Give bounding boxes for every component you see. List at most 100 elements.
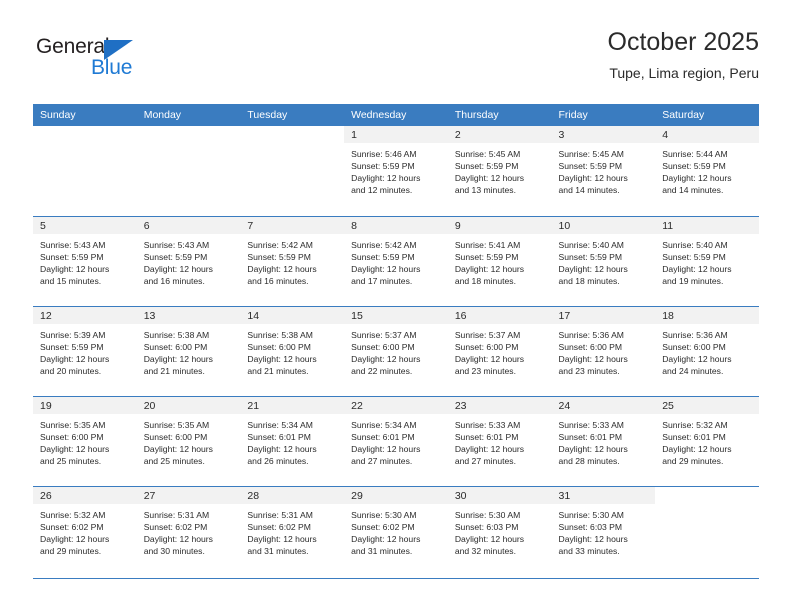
day-details: Sunrise: 5:34 AM Sunset: 6:01 PM Daylight:… [344,414,448,467]
sunrise-time: Sunrise: 5:31 AM [247,509,313,520]
calendar-day-cell[interactable]: 4 Sunrise: 5:44 AM Sunset: 5:59 PM Daylight… [655,126,759,216]
calendar-day-cell[interactable]: 27 Sunrise: 5:31 AM Sunset: 6:02 PM Dayligh… [136,485,241,576]
sunset-time: Sunset: 6:03 PM [558,521,623,532]
day-details: Sunrise: 5:35 AM Sunset: 6:00 PM Daylight:… [137,414,241,467]
day-number: 29 [344,486,448,504]
daylight-duration-line1: Daylight: 12 hours [40,263,110,274]
calendar-day-cell[interactable]: 21 Sunrise: 5:34 AM Sunset: 6:01 PM Dayligh… [240,395,345,486]
sunset-time: Sunset: 5:59 PM [454,251,519,262]
daylight-duration-line2: and 31 minutes. [351,545,413,556]
calendar-day-cell[interactable]: 2 Sunrise: 5:45 AM Sunset: 5:59 PM Daylight… [447,126,552,216]
calendar-day-cell[interactable]: 30 Sunrise: 5:30 AM Sunset: 6:03 PM Dayligh… [447,485,552,576]
daylight-duration-line2: and 30 minutes. [143,545,205,556]
daylight-duration-line1: Daylight: 12 hours [143,353,213,364]
calendar-day-cell[interactable]: 5 Sunrise: 5:43 AM Sunset: 5:59 PM Daylight… [33,215,137,306]
sunrise-time: Sunrise: 5:35 AM [40,419,106,430]
day-number: 9 [447,216,552,234]
daylight-duration-line2: and 33 minutes. [558,545,620,556]
day-number: 27 [136,486,241,504]
calendar-day-cell[interactable]: 26 Sunrise: 5:32 AM Sunset: 6:02 PM Dayligh… [33,485,137,576]
day-number [33,126,137,143]
day-details: Sunrise: 5:43 AM Sunset: 5:59 PM Daylight:… [33,234,137,287]
sunrise-time: Sunrise: 5:36 AM [558,329,624,340]
daylight-duration-line1: Daylight: 12 hours [40,533,110,544]
calendar-day-cell[interactable]: 17 Sunrise: 5:36 AM Sunset: 6:00 PM Dayligh… [551,305,656,396]
sunrise-time: Sunrise: 5:32 AM [662,419,728,430]
day-number: 4 [655,126,759,143]
calendar-day-cell[interactable]: 7 Sunrise: 5:42 AM Sunset: 5:59 PM Daylight… [240,215,345,306]
daylight-duration-line1: Daylight: 12 hours [558,533,628,544]
day-details: Sunrise: 5:38 AM Sunset: 6:00 PM Daylight:… [137,324,241,377]
sunset-time: Sunset: 6:00 PM [662,341,726,352]
calendar-day-cell[interactable]: 23 Sunrise: 5:33 AM Sunset: 6:01 PM Dayligh… [447,395,552,486]
sunset-time: Sunset: 6:02 PM [351,521,415,532]
sunset-time: Sunset: 6:02 PM [40,521,104,532]
sunrise-time: Sunrise: 5:40 AM [662,239,728,250]
sunset-time: Sunset: 5:59 PM [351,251,415,262]
sunset-time: Sunset: 6:02 PM [247,521,311,532]
calendar-day-cell[interactable]: 10 Sunrise: 5:40 AM Sunset: 5:59 PM Dayligh… [551,215,656,306]
calendar-day-cell[interactable]: 9 Sunrise: 5:41 AM Sunset: 5:59 PM Daylight… [447,215,552,306]
calendar-day-cell[interactable]: 1 Sunrise: 5:46 AM Sunset: 5:59 PM Daylight… [344,126,448,216]
sunset-time: Sunset: 6:00 PM [247,341,311,352]
weekday-header-thursday: Thursday [447,104,552,126]
day-details: Sunrise: 5:30 AM Sunset: 6:03 PM Daylight:… [448,504,552,557]
calendar-day-cell[interactable]: 19 Sunrise: 5:35 AM Sunset: 6:00 PM Dayligh… [33,395,137,486]
calendar-day-cell[interactable]: 3 Sunrise: 5:45 AM Sunset: 5:59 PM Daylight… [551,126,656,216]
daylight-duration-line2: and 13 minutes. [454,185,516,196]
calendar-day-cell[interactable]: 24 Sunrise: 5:33 AM Sunset: 6:01 PM Dayligh… [551,395,656,486]
sunrise-time: Sunrise: 5:36 AM [662,329,728,340]
calendar-day-cell[interactable]: 8 Sunrise: 5:42 AM Sunset: 5:59 PM Daylight… [344,215,448,306]
daylight-duration-line2: and 14 minutes. [558,185,620,196]
day-number: 3 [551,126,656,143]
day-details: Sunrise: 5:33 AM Sunset: 6:01 PM Daylight:… [552,414,656,467]
sunset-time: Sunset: 6:01 PM [662,431,726,442]
day-details: Sunrise: 5:32 AM Sunset: 6:01 PM Daylight:… [655,414,759,467]
daylight-duration-line2: and 22 minutes. [351,365,413,376]
day-number: 19 [33,396,137,414]
day-number: 21 [240,396,345,414]
calendar-day-cell[interactable]: 22 Sunrise: 5:34 AM Sunset: 6:01 PM Dayligh… [344,395,448,486]
day-number: 7 [240,216,345,234]
calendar-day-cell[interactable]: 15 Sunrise: 5:37 AM Sunset: 6:00 PM Dayligh… [344,305,448,396]
daylight-duration-line1: Daylight: 12 hours [662,173,732,184]
sunrise-time: Sunrise: 5:38 AM [247,329,313,340]
day-number: 8 [344,216,448,234]
calendar-day-cell-empty [240,126,345,216]
sunset-time: Sunset: 6:00 PM [143,341,208,352]
calendar-day-cell[interactable]: 28 Sunrise: 5:31 AM Sunset: 6:02 PM Dayligh… [240,485,345,576]
daylight-duration-line2: and 20 minutes. [40,365,102,376]
day-details: Sunrise: 5:32 AM Sunset: 6:02 PM Daylight:… [33,504,137,557]
sunset-time: Sunset: 6:00 PM [351,341,415,352]
page-title: October 2025 [607,28,760,56]
daylight-duration-line1: Daylight: 12 hours [351,263,421,274]
calendar-day-cell[interactable]: 16 Sunrise: 5:37 AM Sunset: 6:00 PM Dayligh… [447,305,552,396]
calendar-day-cell[interactable]: 6 Sunrise: 5:43 AM Sunset: 5:59 PM Daylight… [136,215,241,306]
calendar-week-row: 5 Sunrise: 5:43 AM Sunset: 5:59 PM Daylight… [33,215,759,306]
weekday-header-friday: Friday [551,104,656,126]
daylight-duration-line1: Daylight: 12 hours [454,263,525,274]
daylight-duration-line2: and 15 minutes. [40,275,102,286]
calendar-body: 1 Sunrise: 5:46 AM Sunset: 5:59 PM Daylight… [33,126,759,576]
day-number: 6 [136,216,241,234]
calendar-day-cell[interactable]: 29 Sunrise: 5:30 AM Sunset: 6:02 PM Dayligh… [344,485,448,576]
calendar-day-cell[interactable]: 11 Sunrise: 5:40 AM Sunset: 5:59 PM Dayligh… [655,215,759,306]
daylight-duration-line1: Daylight: 12 hours [143,443,213,454]
sunrise-time: Sunrise: 5:32 AM [40,509,106,520]
day-details: Sunrise: 5:42 AM Sunset: 5:59 PM Daylight:… [344,234,448,287]
calendar-day-cell[interactable]: 31 Sunrise: 5:30 AM Sunset: 6:03 PM Dayligh… [551,485,656,576]
daylight-duration-line2: and 21 minutes. [247,365,309,376]
calendar-day-cell[interactable]: 12 Sunrise: 5:39 AM Sunset: 5:59 PM Dayligh… [33,305,137,396]
daylight-duration-line2: and 12 minutes. [351,185,413,196]
sunset-time: Sunset: 5:59 PM [40,341,104,352]
day-number: 28 [240,486,345,504]
calendar-day-cell[interactable]: 20 Sunrise: 5:35 AM Sunset: 6:00 PM Dayligh… [136,395,241,486]
sunset-time: Sunset: 6:01 PM [558,431,623,442]
calendar-day-cell-empty [33,126,137,216]
calendar-day-cell[interactable]: 14 Sunrise: 5:38 AM Sunset: 6:00 PM Dayligh… [240,305,345,396]
calendar-day-cell[interactable]: 13 Sunrise: 5:38 AM Sunset: 6:00 PM Dayligh… [136,305,241,396]
sunset-time: Sunset: 5:59 PM [247,251,311,262]
calendar-day-cell[interactable]: 18 Sunrise: 5:36 AM Sunset: 6:00 PM Dayligh… [655,305,759,396]
general-blue-logo[interactable]: General Blue [33,35,253,91]
calendar-day-cell[interactable]: 25 Sunrise: 5:32 AM Sunset: 6:01 PM Dayligh… [655,395,759,486]
